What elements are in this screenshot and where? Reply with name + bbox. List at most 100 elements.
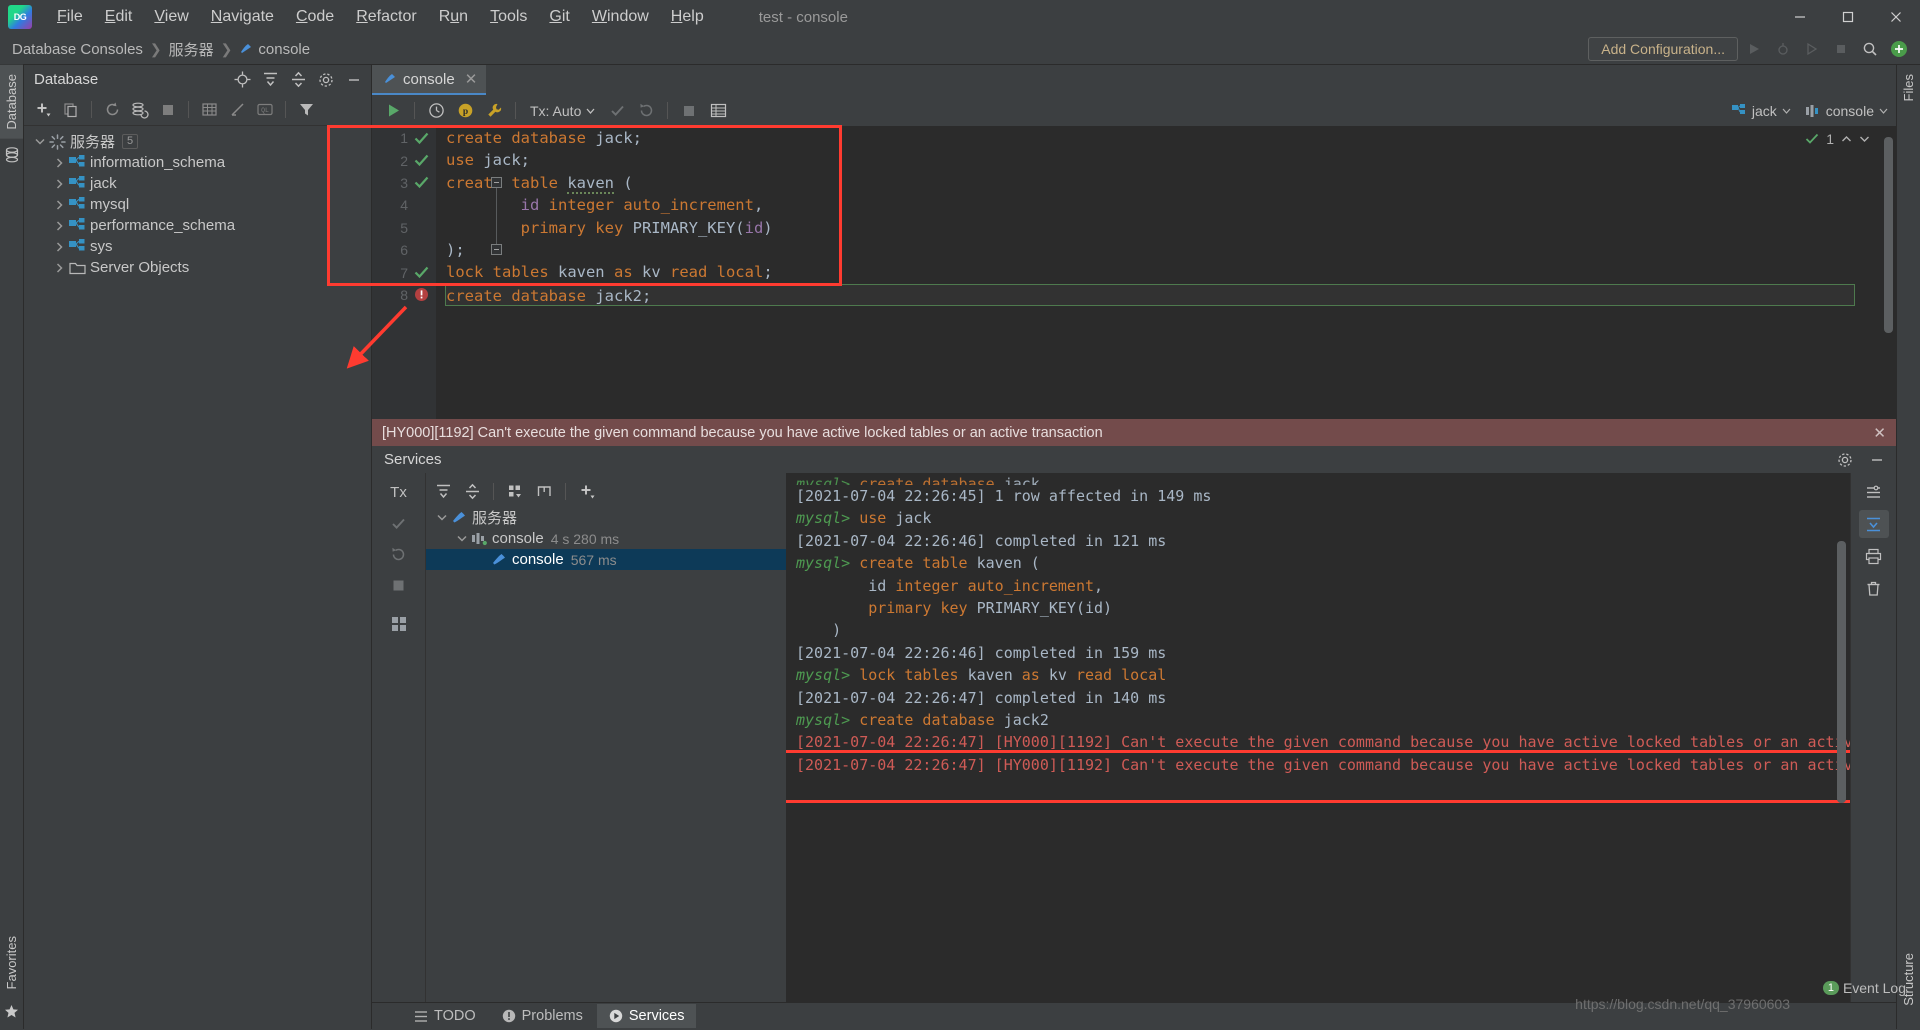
wrench-icon[interactable] [481,99,507,123]
settings-icon[interactable] [1832,448,1858,472]
menu-item-file[interactable]: File [46,4,94,30]
star-icon[interactable] [4,998,19,1029]
clock-icon[interactable] [423,99,449,123]
chevron-down-icon[interactable] [434,514,449,521]
query-console-icon[interactable]: QL [252,98,278,122]
menu-item-navigate[interactable]: Navigate [200,4,285,30]
refresh-icon[interactable] [99,98,125,122]
hide-panel-icon[interactable] [341,68,367,92]
close-tab-icon[interactable]: ✕ [465,70,478,88]
menu-item-view[interactable]: View [143,4,199,30]
data-grid-icon[interactable] [705,99,731,123]
fold-marker-open[interactable] [491,176,502,188]
gutter-line-1[interactable]: 1 [372,127,436,149]
run-with-coverage-icon[interactable] [1799,37,1825,61]
debug-icon[interactable] [1770,37,1796,61]
locate-icon[interactable] [229,68,255,92]
run-icon[interactable] [1741,37,1767,61]
editor-code[interactable]: create database jack; use jack; create tab… [436,127,1874,419]
db-tree-item-sys[interactable]: sys [24,236,371,257]
db-tree-item-服务器[interactable]: 服务器 5 [24,131,371,152]
stop-icon[interactable] [384,571,414,599]
gutter-line-2[interactable]: 2 [372,149,436,171]
gutter-line-4[interactable]: 4 [372,194,436,216]
breadcrumb-item-1[interactable]: 服务器 [169,39,214,60]
service-tree-item-console[interactable]: console 4 s 280 ms [426,528,786,549]
tool-tab-database[interactable]: Database [0,65,23,139]
menu-item-tools[interactable]: Tools [479,4,538,30]
menu-item-window[interactable]: Window [581,4,660,30]
database-icon[interactable] [5,139,19,171]
db-tree-item-server-objects[interactable]: Server Objects [24,257,371,278]
close-button[interactable] [1872,0,1920,34]
commit-check-icon[interactable] [604,99,630,123]
rollback-icon[interactable] [384,540,414,568]
minimize-button[interactable] [1776,0,1824,34]
code-line-8[interactable]: create database jack2; [445,283,1855,307]
db-tree-item-performance_schema[interactable]: performance_schema [24,215,371,236]
trash-icon[interactable] [1859,574,1889,602]
tx-icon[interactable]: Tx [384,478,414,506]
rollback-icon[interactable] [633,99,659,123]
settings-icon[interactable] [313,68,339,92]
chevron-right-icon[interactable] [52,220,67,231]
copy-icon[interactable] [58,98,84,122]
stop-icon[interactable] [676,99,702,123]
gutter-line-5[interactable]: 5 [372,217,436,239]
db-tree-item-mysql[interactable]: mysql [24,194,371,215]
gutter-line-3[interactable]: 3 [372,172,436,194]
add-icon[interactable] [574,479,600,503]
hide-panel-icon[interactable] [1864,448,1890,472]
gutter-line-8[interactable]: 8 [372,284,436,306]
add-icon[interactable] [30,98,56,122]
gutter-line-6[interactable]: 6 [372,239,436,261]
services-console-output[interactable]: mysql> create database jack [2021-07-04 2… [786,473,1850,1002]
menu-item-run[interactable]: Run [428,4,479,30]
group-icon[interactable] [502,479,528,503]
bottom-tab-services[interactable]: Services [596,1004,697,1028]
add-configuration-button[interactable]: Add Configuration... [1588,37,1738,61]
chevron-down-icon[interactable] [32,138,47,145]
console-scrollbar[interactable] [1837,541,1846,803]
chevron-down-icon[interactable] [1859,135,1870,143]
chevron-right-icon[interactable] [52,241,67,252]
editor-scrollbar[interactable] [1884,137,1893,333]
grid-icon[interactable] [384,610,414,638]
add-frame-icon[interactable] [531,479,557,503]
fold-marker-close[interactable] [491,244,502,255]
db-tree-item-information_schema[interactable]: information_schema [24,152,371,173]
code-line-5[interactable]: primary key PRIMARY_KEY(id) [446,217,1874,239]
event-log-indicator[interactable]: 1 Event Log [1822,980,1906,996]
chevron-right-icon[interactable] [52,199,67,210]
expand-all-icon[interactable] [257,68,283,92]
settings-list-icon[interactable] [1859,478,1889,506]
editor-tab-console[interactable]: console ✕ [372,65,487,95]
parameters-icon[interactable]: p [452,99,478,123]
session-selector[interactable]: console [1805,103,1888,119]
collapse-all-icon[interactable] [285,68,311,92]
breadcrumb-item-0[interactable]: Database Consoles [12,41,143,58]
editor-gutter[interactable]: 1 2 3 4 5 6 7 8 [372,127,436,419]
db-tree-item-jack[interactable]: jack [24,173,371,194]
breadcrumb-item-2[interactable]: console [239,41,310,58]
menu-item-edit[interactable]: Edit [94,4,144,30]
bottom-tab-problems[interactable]: Problems [490,1004,595,1028]
menu-item-git[interactable]: Git [538,4,580,30]
stop-icon[interactable] [1828,37,1854,61]
chevron-right-icon[interactable] [52,178,67,189]
tool-tab-files[interactable]: Files [1897,65,1920,110]
bottom-tab-todo[interactable]: TODO [402,1004,488,1028]
maximize-button[interactable] [1824,0,1872,34]
sync-icon[interactable] [127,98,153,122]
close-error-icon[interactable]: ✕ [1873,424,1886,442]
table-editor-icon[interactable] [196,98,222,122]
collapse-all-icon[interactable] [459,479,485,503]
play-icon[interactable] [380,99,406,123]
chevron-right-icon[interactable] [52,157,67,168]
settings-plus-icon[interactable] [1886,37,1912,61]
stop-icon[interactable] [155,98,181,122]
tool-tab-favorites[interactable]: Favorites [0,927,23,998]
chevron-down-icon[interactable] [454,535,469,542]
transaction-mode-selector[interactable]: Tx: Auto [524,103,601,119]
filter-icon[interactable] [293,98,319,122]
